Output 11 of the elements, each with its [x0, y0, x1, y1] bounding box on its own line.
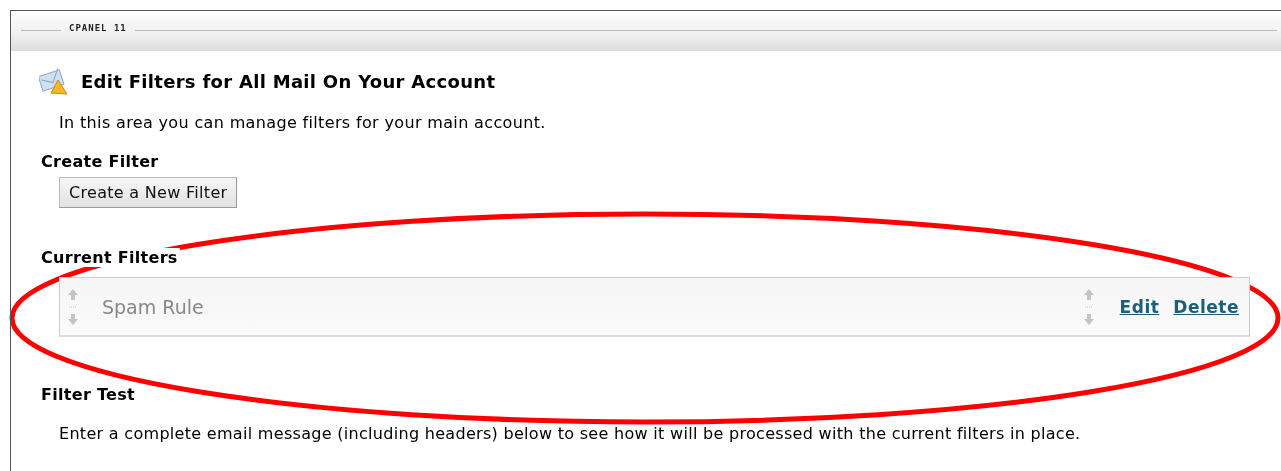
- delete-link[interactable]: Delete: [1173, 296, 1239, 317]
- description-text: Enter a complete email message (including headers) below to see how it will be processed with the current filters in place.: [59, 424, 1082, 443]
- page-title: Edit Filters for All Mail On Your Account: [81, 70, 496, 92]
- description-text: In this area you can manage filters for your main account.: [59, 113, 547, 132]
- edit-link[interactable]: Edit: [1119, 296, 1160, 317]
- create-filter-button[interactable]: Create a New Filter: [59, 177, 238, 208]
- filter-name: Spam Rule: [102, 295, 205, 318]
- section-heading: Filter Test: [41, 385, 136, 404]
- section-heading: Current Filters: [41, 248, 180, 267]
- section-heading: Create Filter: [41, 152, 160, 171]
- panel-label: CPANEL 11: [68, 23, 128, 33]
